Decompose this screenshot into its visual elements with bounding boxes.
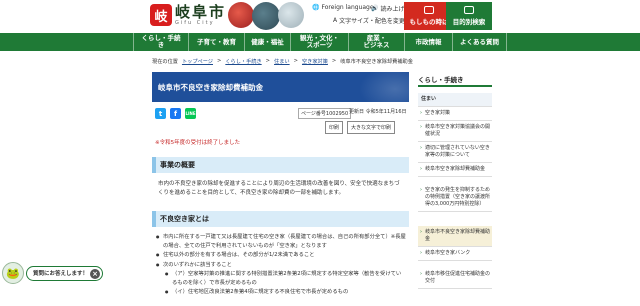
list-item: 市内に所在する一戸建て又は長屋建て住宅の空き家（長屋建ての場合は、自己の所有部分… xyxy=(156,233,406,250)
page-title: 岐阜市不良空き家除却費補助金 xyxy=(152,72,409,102)
chatbot-bubble[interactable]: 質問にお答えします！ × xyxy=(26,265,104,281)
print-button[interactable]: 印刷 xyxy=(325,121,344,134)
speaker-icon: 🔊 xyxy=(371,5,379,12)
sidebar-item[interactable]: 岐阜市空き家対策協議会の開催状況 xyxy=(418,121,492,142)
twitter-share-icon[interactable]: t xyxy=(155,108,166,119)
list-item: （イ）住宅地区改良法第2条第4項に規定する不良住宅で市長が定めるもの xyxy=(156,288,406,297)
decorative-lantern-image xyxy=(252,2,280,30)
nav-item-faq[interactable]: よくある質問 xyxy=(453,33,507,51)
list-item: 住宅以外の部分を有する場合は、その部分が1/2未満であること xyxy=(156,251,406,260)
foreign-language-link[interactable]: 🌐 Foreign language xyxy=(312,4,374,11)
nav-item-city-info[interactable]: 市政情報 xyxy=(405,33,453,51)
breadcrumb-top[interactable]: トップページ xyxy=(182,58,213,65)
sidebar-item[interactable]: 岐阜市移住促進住宅補助金の交付 xyxy=(418,268,492,289)
sidebar-item[interactable]: 岐阜市空き家除却費補助金 xyxy=(418,163,492,177)
closed-notice: ※令和5年度の受付は終了しました xyxy=(155,140,241,146)
text-size-icon: A xyxy=(333,17,338,24)
definition-heading: 不良空き家とは xyxy=(152,211,409,227)
globe-icon: 🌐 xyxy=(312,4,320,11)
text-size-color-link[interactable]: A 文字サイズ・配色を変更 xyxy=(333,16,405,25)
nav-item-tourism[interactable]: 観光・文化・ スポーツ xyxy=(291,33,349,51)
line-share-icon[interactable]: LINE xyxy=(185,108,196,119)
nav-item-living[interactable]: くらし・手続き xyxy=(133,33,189,51)
sidebar-title: くらし・手続き xyxy=(418,74,492,87)
sidebar-section-housing[interactable]: 住まい xyxy=(418,93,492,107)
breadcrumb: 現在の位置 トップページ > くらし・手続き > 住まい > 空き家対策 > 岐… xyxy=(152,58,413,65)
facebook-share-icon[interactable]: f xyxy=(170,108,181,119)
large-print-button[interactable]: 大きな文字で印刷 xyxy=(347,121,396,134)
sidebar-item[interactable]: 適切に管理されていない空き家等の対策について xyxy=(418,142,492,163)
page: 岐 岐阜市 Gifu City 🌐 Foreign language 🔊 読み上… xyxy=(0,0,640,306)
list-item: 次のいずれかに該当すること xyxy=(156,261,406,270)
sidebar-item[interactable]: 空き家の発生を抑制するための特例措置（空き家の譲渡所得の3,000万円特別控除） xyxy=(418,184,492,212)
nav-item-childcare[interactable]: 子育て・教育 xyxy=(189,33,245,51)
list-item: （ア）空家等対策の推進に関する特別措置法第2条第2項に規定する特定空家等（勧告を… xyxy=(156,270,406,287)
sidebar-item-current[interactable]: 岐阜市不良空き家除却費補助金 xyxy=(418,226,492,247)
purpose-search-button[interactable]: 目的別検索 xyxy=(446,2,492,30)
definition-list: 市内に所在する一戸建て又は長屋建て住宅の空き家（長屋建ての場合は、自己の所有部分… xyxy=(156,233,406,298)
nav-item-business[interactable]: 産業・ ビジネス xyxy=(349,33,405,51)
sidebar-item[interactable]: 空き家対策 xyxy=(418,107,492,121)
search-icon xyxy=(464,6,474,14)
breadcrumb-current-label: 現在の位置 xyxy=(152,59,178,65)
chatbot-widget[interactable]: 🐸 質問にお答えします！ × xyxy=(2,262,104,284)
alert-icon xyxy=(424,6,434,14)
breadcrumb-housing[interactable]: 住まい xyxy=(274,58,290,65)
updated-date: 更新日 令和5年11月16日 xyxy=(349,109,407,115)
decorative-umbrella-image xyxy=(228,2,254,28)
breadcrumb-current-page: 岐阜市不良空き家除却費補助金 xyxy=(340,59,413,65)
breadcrumb-vacant-house[interactable]: 空き家対策 xyxy=(302,58,328,65)
breadcrumb-living[interactable]: くらし・手続き xyxy=(225,58,261,65)
sidebar-item[interactable]: 岐阜市空き家バンク xyxy=(418,247,492,261)
site-logo[interactable]: 岐 岐阜市 Gifu City xyxy=(150,4,226,26)
read-aloud-link[interactable]: 🔊 読み上げ xyxy=(371,4,405,13)
city-emblem-icon: 岐 xyxy=(150,4,172,26)
overview-heading: 事業の概要 xyxy=(152,157,409,173)
decorative-fan-image xyxy=(278,2,304,28)
close-icon[interactable]: × xyxy=(90,268,101,279)
logo-title: 岐阜市 xyxy=(175,3,227,21)
page-id: ページ番号1002950 xyxy=(298,108,352,119)
chatbot-character-icon[interactable]: 🐸 xyxy=(2,262,24,284)
overview-text: 市内の不良空き家の除却を促進することにより周辺の生活環境の改善を図り、安全で快適… xyxy=(158,181,400,196)
site-header: 岐 岐阜市 Gifu City 🌐 Foreign language 🔊 読み上… xyxy=(0,0,640,33)
global-nav: くらし・手続き 子育て・教育 健康・福祉 観光・文化・ スポーツ 産業・ ビジネ… xyxy=(0,33,640,51)
nav-item-health[interactable]: 健康・福祉 xyxy=(245,33,291,51)
